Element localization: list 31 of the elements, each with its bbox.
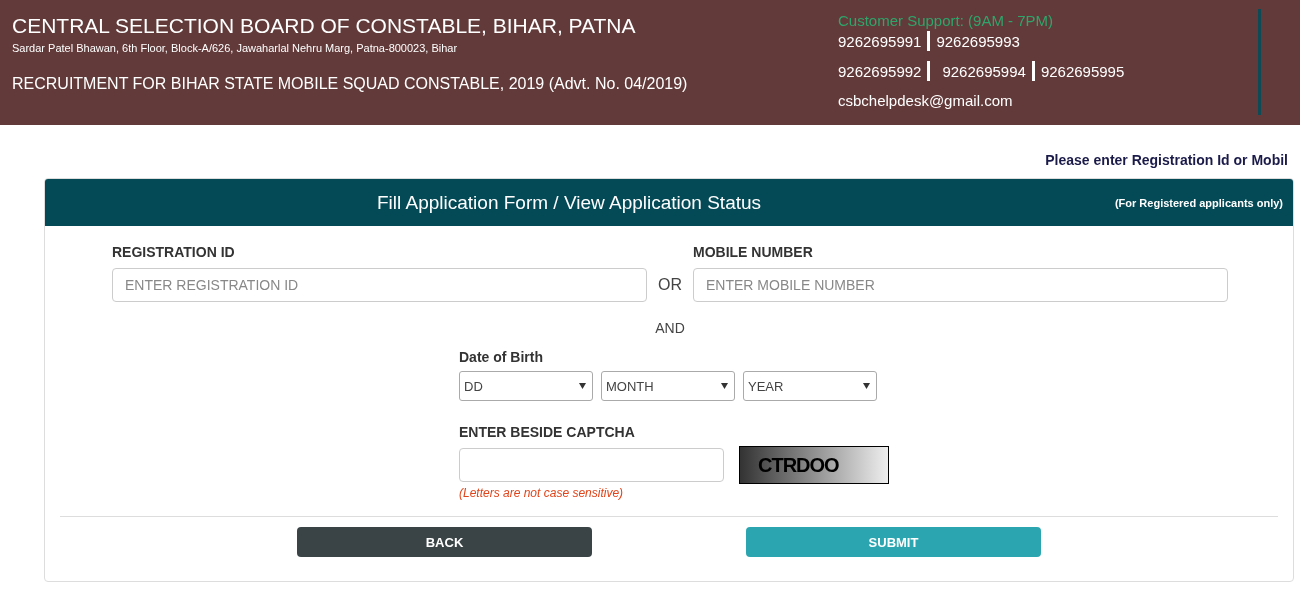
field-label: REGISTRATION ID [112, 244, 236, 260]
and-text: AND [655, 320, 685, 336]
phone-number: 9262695994 [942, 62, 1026, 80]
notice-text: Please enter Registration Id or Mobil [1045, 152, 1288, 170]
phone-number: 9262695992 [838, 62, 922, 80]
recruitment-title: RECRUITMENT FOR BIHAR STATE MOBILE SQUAD CONSTABLE, 2019 (Advt. No. 04/2019) [12, 75, 689, 93]
field-label: MOBILE NUMBER [693, 244, 814, 260]
date-dropdown[interactable]: YEAR [743, 371, 877, 401]
date-dropdown[interactable]: DD [459, 371, 593, 401]
hint-text: (Letters are not case sensitive) [459, 486, 624, 500]
phone-number: 9262695993 [936, 32, 1020, 50]
registration-field[interactable]: ENTER REGISTRATION ID [112, 268, 647, 302]
field-label: Date of Birth [459, 349, 543, 365]
form-title: Fill Application Form / View Application Status [377, 191, 762, 214]
caret-icon [579, 383, 586, 389]
caret-icon [721, 383, 728, 389]
field-label: ENTER BESIDE CAPTCHA [459, 424, 635, 440]
form-note: (For Registered applicants only) [1114, 196, 1283, 209]
captcha-image: CTRDOO [739, 446, 889, 484]
phone-number: 9262695995 [1040, 62, 1125, 80]
caret-icon [863, 383, 870, 389]
address-text: Sardar Patel Bhawan, 6th Floor, Block-A/626, Jawaharlal Nehru Marg, Patna-800023, Bihar [12, 42, 459, 54]
back-button[interactable]: BACK [297, 527, 592, 557]
phone-number: 9262695991 [838, 32, 922, 50]
mobile-field[interactable]: ENTER MOBILE NUMBER [693, 268, 1228, 302]
date-dropdown[interactable]: MONTH [601, 371, 735, 401]
support-email: csbchelpdesk@gmail.com [838, 92, 1014, 109]
or-text: OR [658, 276, 682, 295]
support-hours: Customer Support: (9AM - 7PM) [838, 12, 1055, 29]
board-title: CENTRAL SELECTION BOARD OF CONSTABLE, BIHAR, PATNA [12, 14, 637, 38]
captcha-field[interactable] [459, 448, 724, 482]
